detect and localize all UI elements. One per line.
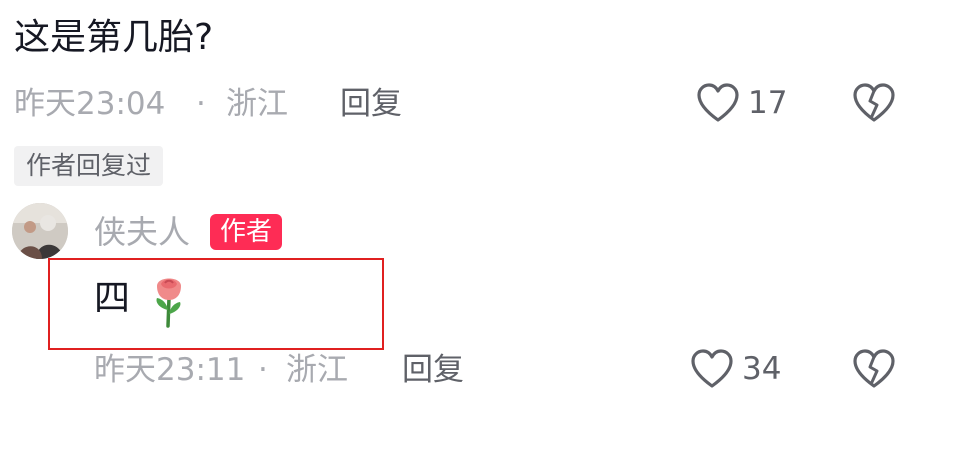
comment-text: 这是第几胎? <box>14 17 214 58</box>
reply-text: 四 <box>94 272 189 328</box>
reply-button[interactable]: 回复 <box>340 84 402 124</box>
avatar[interactable] <box>12 203 68 259</box>
dislike-broken-heart-icon[interactable] <box>852 82 896 124</box>
meta-separator: · <box>258 352 268 388</box>
like-button[interactable]: 17 <box>696 82 787 124</box>
like-button[interactable]: 34 <box>690 348 781 390</box>
author-badge: 作者 <box>210 214 283 250</box>
author-replied-tag: 作者回复过 <box>14 146 164 186</box>
meta-separator: · <box>196 86 206 122</box>
reply-nickname[interactable]: 侠夫人 <box>94 210 190 254</box>
heart-icon <box>696 82 740 124</box>
comment-location: 浙江 <box>226 86 288 122</box>
comment-time: 昨天23:04 <box>14 86 166 122</box>
dislike-broken-heart-icon[interactable] <box>852 348 896 390</box>
like-count: 34 <box>742 351 782 387</box>
like-count: 17 <box>748 85 788 121</box>
reply-text-content: 四 <box>94 278 131 319</box>
rose-icon <box>149 272 189 328</box>
reply-time: 昨天23:11 <box>94 352 246 388</box>
heart-icon <box>690 348 734 390</box>
reply-location: 浙江 <box>286 352 348 388</box>
reply-button[interactable]: 回复 <box>402 350 464 390</box>
